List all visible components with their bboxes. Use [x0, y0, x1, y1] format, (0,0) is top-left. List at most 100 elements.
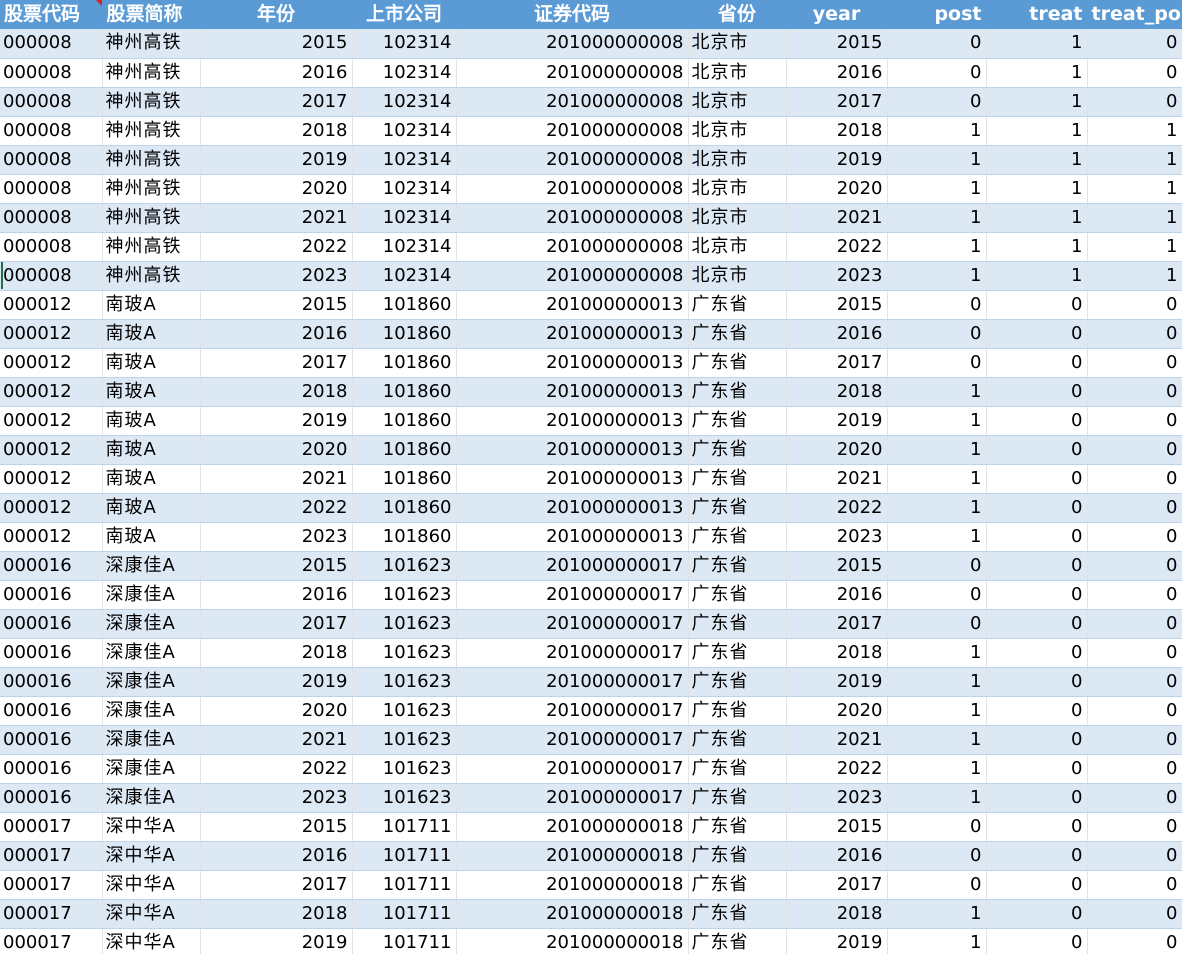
cell-security-code[interactable]: 201000000008 — [456, 261, 689, 291]
cell-treat[interactable]: 0 — [986, 406, 1088, 436]
cell-stock-code[interactable]: 000012 — [0, 377, 103, 407]
cell-listed-company[interactable]: 101711 — [352, 812, 457, 842]
cell-post[interactable]: 0 — [887, 29, 987, 59]
cell-treat-post[interactable]: 1 — [1087, 203, 1182, 233]
cell-province[interactable]: 广东省 — [688, 928, 787, 954]
cell-year-cn[interactable]: 2015 — [200, 29, 353, 59]
cell-treat-post[interactable]: 0 — [1087, 580, 1182, 610]
cell-treat-post[interactable]: 0 — [1087, 87, 1182, 117]
cell-year-cn[interactable]: 2017 — [200, 348, 353, 378]
cell-year[interactable]: 2016 — [786, 319, 888, 349]
cell-listed-company[interactable]: 101860 — [352, 522, 457, 552]
cell-province[interactable]: 广东省 — [688, 435, 787, 465]
cell-post[interactable]: 0 — [887, 580, 987, 610]
cell-treat[interactable]: 0 — [986, 812, 1088, 842]
cell-treat-post[interactable]: 0 — [1087, 29, 1182, 59]
cell-year-cn[interactable]: 2021 — [200, 464, 353, 494]
cell-province[interactable]: 广东省 — [688, 406, 787, 436]
cell-post[interactable]: 1 — [887, 899, 987, 929]
cell-treat-post[interactable]: 0 — [1087, 348, 1182, 378]
cell-post[interactable]: 0 — [887, 609, 987, 639]
cell-year[interactable]: 2021 — [786, 464, 888, 494]
header-listed-company[interactable]: 上市公司 — [352, 0, 457, 29]
cell-stock-code[interactable]: 000017 — [0, 928, 103, 954]
cell-listed-company[interactable]: 101711 — [352, 928, 457, 954]
cell-treat[interactable]: 0 — [986, 841, 1088, 871]
cell-province[interactable]: 广东省 — [688, 783, 787, 813]
cell-stock-code[interactable]: 000008 — [0, 203, 103, 233]
cell-year-cn[interactable]: 2019 — [200, 406, 353, 436]
cell-year[interactable]: 2018 — [786, 377, 888, 407]
cell-year-cn[interactable]: 2020 — [200, 696, 353, 726]
cell-treat[interactable]: 0 — [986, 638, 1088, 668]
cell-listed-company[interactable]: 102314 — [352, 58, 457, 88]
cell-treat-post[interactable]: 0 — [1087, 290, 1182, 320]
cell-year-cn[interactable]: 2022 — [200, 232, 353, 262]
cell-year[interactable]: 2018 — [786, 638, 888, 668]
cell-stock-code[interactable]: 000012 — [0, 464, 103, 494]
cell-treat[interactable]: 0 — [986, 783, 1088, 813]
cell-stock-code[interactable]: 000017 — [0, 899, 103, 929]
cell-stock-name[interactable]: 神州高铁 — [102, 58, 201, 88]
cell-post[interactable]: 0 — [887, 58, 987, 88]
cell-stock-name[interactable]: 神州高铁 — [102, 145, 201, 175]
cell-year-cn[interactable]: 2022 — [200, 754, 353, 784]
cell-year-cn[interactable]: 2015 — [200, 812, 353, 842]
cell-post[interactable]: 0 — [887, 551, 987, 581]
cell-security-code[interactable]: 201000000008 — [456, 116, 689, 146]
cell-year[interactable]: 2023 — [786, 783, 888, 813]
cell-stock-name[interactable]: 神州高铁 — [102, 87, 201, 117]
cell-province[interactable]: 广东省 — [688, 464, 787, 494]
cell-stock-code[interactable]: 000016 — [0, 638, 103, 668]
cell-security-code[interactable]: 201000000017 — [456, 783, 689, 813]
cell-listed-company[interactable]: 101860 — [352, 348, 457, 378]
cell-treat[interactable]: 0 — [986, 580, 1088, 610]
cell-stock-name[interactable]: 神州高铁 — [102, 29, 201, 59]
cell-treat-post[interactable]: 0 — [1087, 754, 1182, 784]
cell-treat[interactable]: 1 — [986, 58, 1088, 88]
cell-post[interactable]: 1 — [887, 928, 987, 954]
cell-post[interactable]: 1 — [887, 406, 987, 436]
cell-security-code[interactable]: 201000000013 — [456, 464, 689, 494]
cell-stock-code[interactable]: 000016 — [0, 609, 103, 639]
cell-province[interactable]: 广东省 — [688, 725, 787, 755]
cell-year-cn[interactable]: 2023 — [200, 522, 353, 552]
cell-listed-company[interactable]: 101860 — [352, 377, 457, 407]
cell-treat-post[interactable]: 0 — [1087, 522, 1182, 552]
header-year[interactable]: year — [786, 0, 888, 29]
cell-year-cn[interactable]: 2020 — [200, 435, 353, 465]
cell-province[interactable]: 广东省 — [688, 377, 787, 407]
cell-security-code[interactable]: 201000000017 — [456, 725, 689, 755]
cell-post[interactable]: 1 — [887, 754, 987, 784]
cell-province[interactable]: 广东省 — [688, 609, 787, 639]
cell-listed-company[interactable]: 102314 — [352, 116, 457, 146]
cell-year[interactable]: 2022 — [786, 493, 888, 523]
cell-security-code[interactable]: 201000000017 — [456, 609, 689, 639]
cell-stock-code[interactable]: 000016 — [0, 551, 103, 581]
cell-treat[interactable]: 0 — [986, 435, 1088, 465]
cell-treat-post[interactable]: 0 — [1087, 783, 1182, 813]
cell-listed-company[interactable]: 101623 — [352, 551, 457, 581]
cell-year-cn[interactable]: 2017 — [200, 87, 353, 117]
cell-security-code[interactable]: 201000000013 — [456, 290, 689, 320]
cell-security-code[interactable]: 201000000013 — [456, 522, 689, 552]
cell-security-code[interactable]: 201000000018 — [456, 870, 689, 900]
cell-security-code[interactable]: 201000000018 — [456, 899, 689, 929]
cell-security-code[interactable]: 201000000017 — [456, 580, 689, 610]
cell-listed-company[interactable]: 101711 — [352, 899, 457, 929]
cell-stock-code[interactable]: 000012 — [0, 522, 103, 552]
cell-treat[interactable]: 0 — [986, 725, 1088, 755]
cell-security-code[interactable]: 201000000017 — [456, 667, 689, 697]
cell-year-cn[interactable]: 2018 — [200, 899, 353, 929]
cell-province[interactable]: 北京市 — [688, 145, 787, 175]
cell-treat[interactable]: 1 — [986, 261, 1088, 291]
cell-province[interactable]: 北京市 — [688, 174, 787, 204]
cell-security-code[interactable]: 201000000008 — [456, 203, 689, 233]
cell-province[interactable]: 北京市 — [688, 116, 787, 146]
cell-year-cn[interactable]: 2015 — [200, 290, 353, 320]
cell-year-cn[interactable]: 2021 — [200, 725, 353, 755]
cell-treat-post[interactable]: 0 — [1087, 609, 1182, 639]
cell-listed-company[interactable]: 101860 — [352, 290, 457, 320]
cell-treat-post[interactable]: 0 — [1087, 899, 1182, 929]
cell-province[interactable]: 广东省 — [688, 841, 787, 871]
